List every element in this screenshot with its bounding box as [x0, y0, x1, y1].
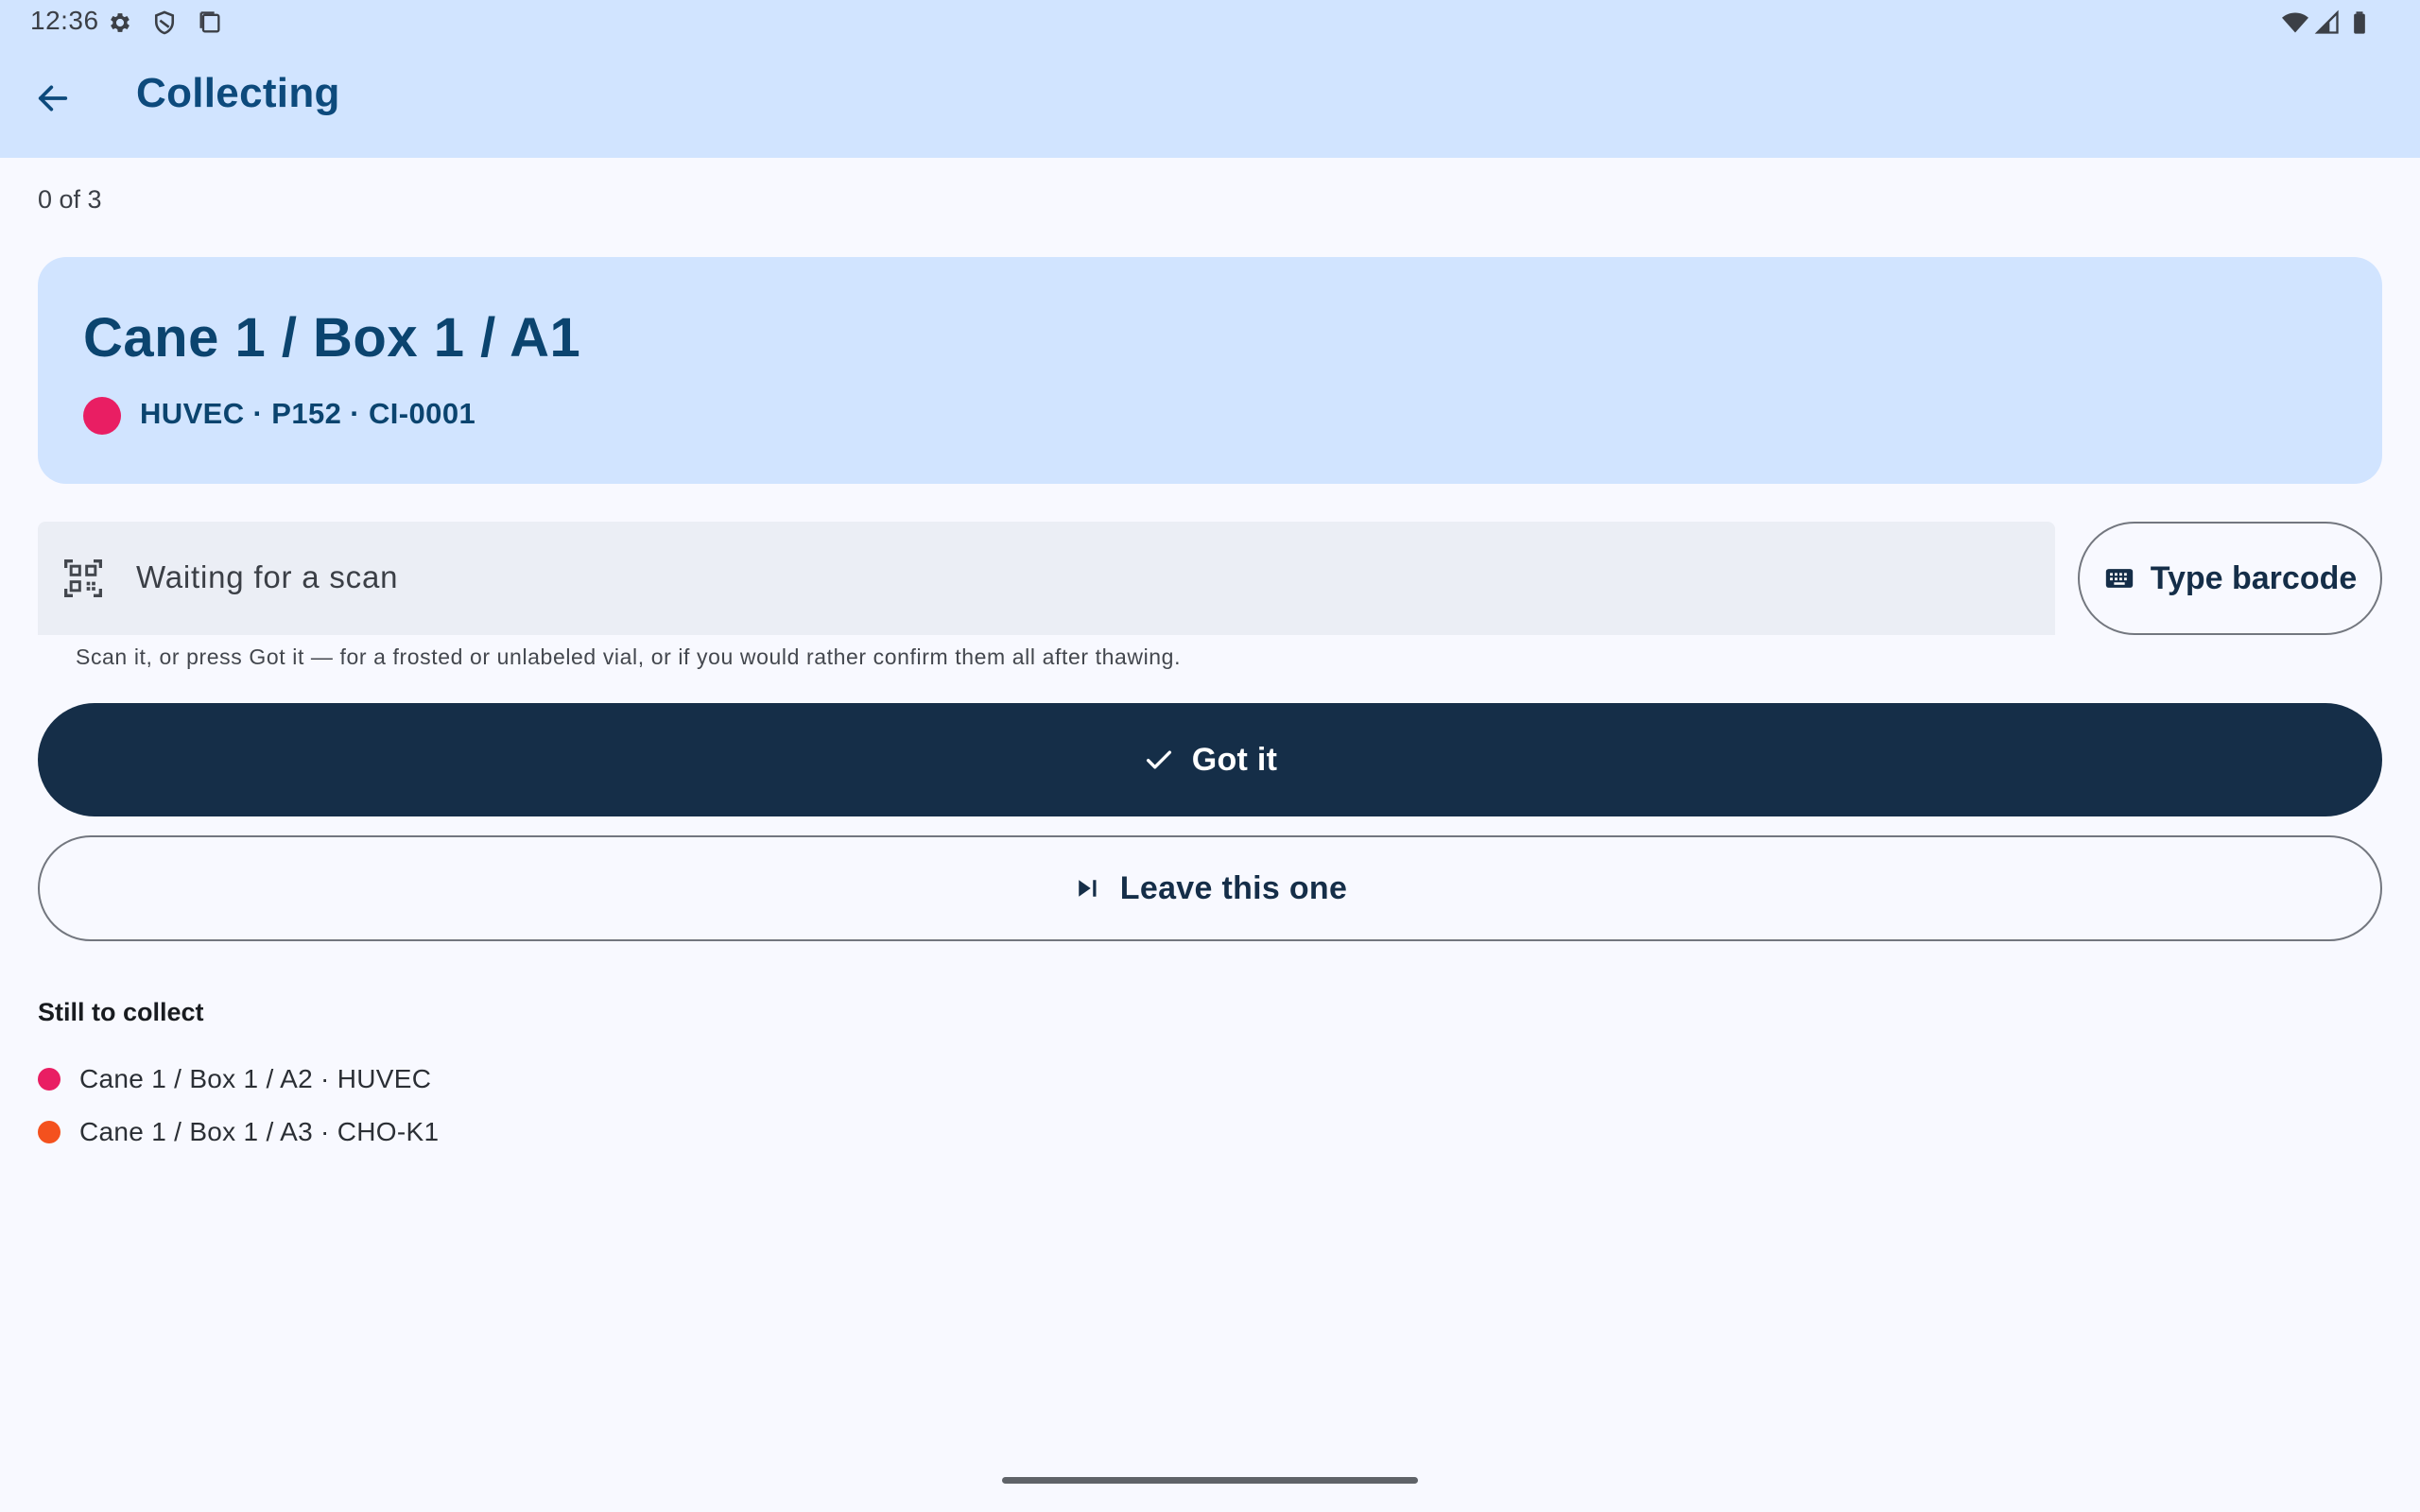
current-item-color-dot: [83, 397, 121, 435]
still-to-collect-heading: Still to collect: [38, 998, 204, 1026]
wifi-icon: [2282, 9, 2308, 36]
scan-status-field[interactable]: Waiting for a scan: [38, 522, 2055, 635]
arrow-back-icon: [38, 85, 68, 112]
list-item-color-dot: [38, 1121, 60, 1143]
shield-icon: [151, 9, 178, 36]
current-item-location: Cane 1 / Box 1 / A1: [83, 307, 581, 369]
list-item-label: Cane 1 / Box 1 / A3 · CHO-K1: [79, 1117, 440, 1146]
list-item-color-dot: [38, 1068, 60, 1091]
settings-gear-icon: [107, 9, 133, 36]
top-app-area: 12:36 Collecting: [0, 0, 2420, 158]
type-barcode-label: Type barcode: [2150, 559, 2358, 596]
qr-code-scanner-icon: [62, 558, 104, 599]
leave-this-one-button[interactable]: Leave this one: [38, 835, 2382, 941]
got-it-button[interactable]: Got it: [38, 703, 2382, 816]
page-title: Collecting: [136, 70, 340, 116]
signal-icon: [2314, 9, 2341, 36]
keyboard-icon: [2105, 569, 2133, 588]
still-to-collect-list: Cane 1 / Box 1 / A2 · HUVEC Cane 1 / Box…: [38, 1053, 439, 1159]
status-bar: 12:36: [0, 0, 2420, 45]
scan-status-text: Waiting for a scan: [136, 559, 399, 594]
back-button[interactable]: [26, 72, 79, 125]
type-barcode-button[interactable]: Type barcode: [2078, 522, 2382, 635]
leave-this-one-label: Leave this one: [1119, 869, 1348, 906]
scan-helper-text: Scan it, or press Got it — for a frosted…: [76, 644, 1182, 669]
clipboard-icon: [197, 9, 223, 36]
status-time: 12:36: [30, 6, 99, 35]
got-it-label: Got it: [1191, 741, 1278, 778]
list-item-label: Cane 1 / Box 1 / A2 · HUVEC: [79, 1064, 432, 1093]
current-item-card: Cane 1 / Box 1 / A1 HUVEC · P152 · CI-00…: [38, 257, 2382, 484]
check-icon: [1146, 750, 1171, 769]
list-item: Cane 1 / Box 1 / A3 · CHO-K1: [38, 1106, 439, 1159]
list-item: Cane 1 / Box 1 / A2 · HUVEC: [38, 1053, 439, 1106]
app-bar: Collecting: [0, 45, 2420, 158]
collecting-screen: 12:36 Collecting 0 of 3 Cane 1 / Box 1 /…: [0, 0, 2420, 1512]
progress-counter: 0 of 3: [38, 185, 102, 214]
skip-next-icon: [1079, 880, 1097, 897]
battery-icon: [2346, 9, 2373, 36]
home-gesture-bar[interactable]: [1002, 1477, 1418, 1484]
current-item-details: HUVEC · P152 · CI-0001: [140, 397, 476, 430]
